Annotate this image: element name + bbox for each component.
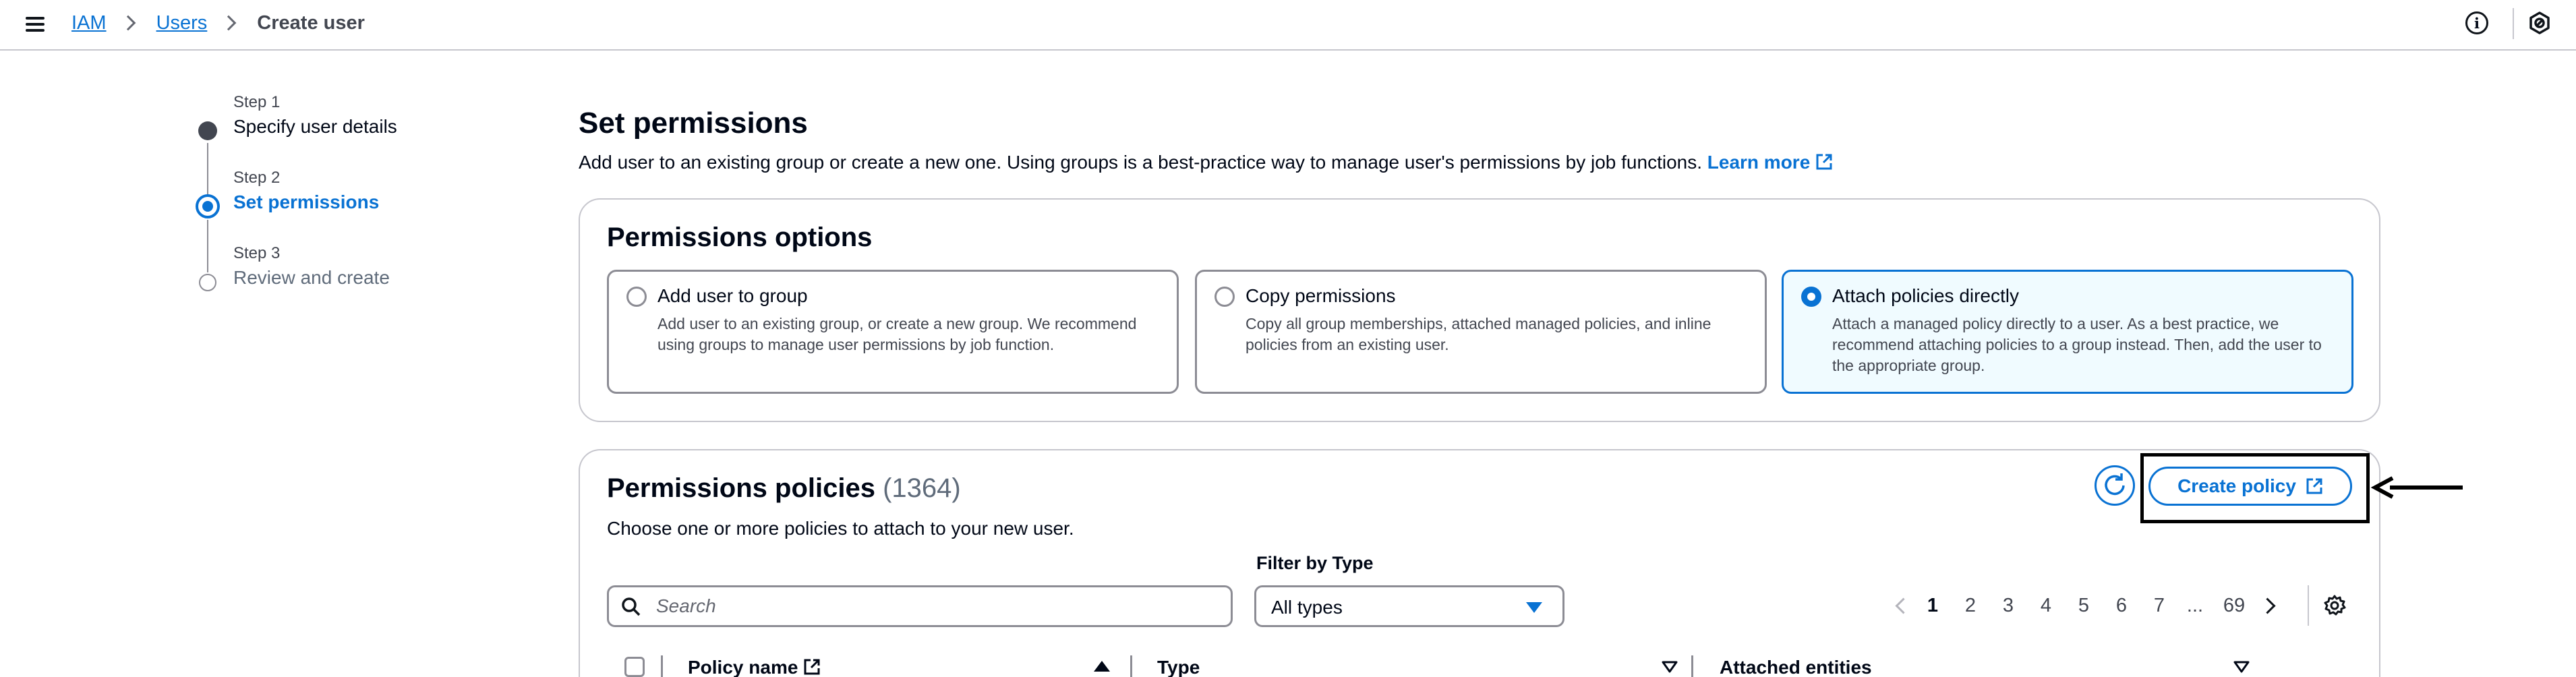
step-connector (207, 220, 208, 272)
sort-caret-down-icon[interactable] (1662, 661, 1678, 673)
sort-caret-down-icon[interactable] (2233, 661, 2250, 673)
policies-heading-text: Permissions policies (607, 473, 875, 503)
refresh-button[interactable] (2095, 465, 2135, 506)
table-header: Policy name Type Attached entities (607, 646, 2360, 677)
option-copy-permissions[interactable]: Copy permissions Copy all group membersh… (1195, 270, 1767, 394)
search-input-container (607, 585, 1233, 627)
column-divider (1130, 655, 1132, 677)
column-divider (661, 655, 663, 677)
type-filter-value: All types (1271, 597, 1343, 618)
pagination: 1 2 3 4 5 6 7 ... 69 (1887, 592, 2283, 619)
hamburger-menu-icon[interactable] (24, 13, 46, 35)
option-description: Add user to an existing group, or create… (657, 315, 1137, 353)
step-number: Step 1 (233, 93, 281, 111)
caret-down-icon (1526, 602, 1542, 613)
option-title: Add user to group (657, 285, 808, 306)
info-glyph: i (2474, 14, 2480, 32)
option-title: Copy permissions (1246, 285, 1396, 306)
step-connector (207, 143, 208, 197)
learn-more-label: Learn more (1707, 152, 1811, 173)
filter-by-type-label: Filter by Type (1256, 553, 1374, 573)
page-2[interactable]: 2 (1952, 595, 1989, 617)
type-filter-select[interactable]: All types (1254, 585, 1564, 627)
policies-count: (1364) (883, 473, 961, 503)
permissions-policies-container: Permissions policies (1364) Choose one o… (579, 449, 2380, 677)
annotation-highlight-box (2140, 453, 2370, 523)
page-7[interactable]: 7 (2140, 595, 2178, 617)
radio-attach-policies-directly[interactable] (1801, 287, 1821, 307)
search-icon (622, 597, 641, 616)
chevron-right-icon (221, 15, 237, 31)
select-all-checkbox[interactable] (624, 657, 645, 677)
breadcrumb-users-link[interactable]: Users (156, 12, 208, 34)
page-6[interactable]: 6 (2103, 595, 2140, 617)
step-title: Review and create (233, 267, 390, 288)
top-navigation-bar: IAM Users Create user i (0, 0, 2576, 51)
step-pending-dot-icon (199, 274, 216, 291)
column-header-type[interactable]: Type (1157, 657, 1200, 677)
breadcrumb: IAM Users Create user (71, 9, 365, 36)
pagination-divider (2308, 585, 2309, 626)
page-description: Add user to an existing group or create … (579, 152, 1833, 173)
settings-icon[interactable] (2527, 11, 2552, 35)
option-description: Copy all group memberships, attached man… (1246, 315, 1711, 353)
breadcrumb-current: Create user (257, 11, 365, 34)
page-last[interactable]: 69 (2212, 595, 2256, 617)
learn-more-link[interactable]: Learn more (1707, 152, 1834, 173)
permissions-options-container: Permissions options Add user to group Ad… (579, 198, 2380, 422)
step-number: Step 3 (233, 244, 281, 262)
column-header-policy-name[interactable]: Policy name (688, 657, 821, 677)
radio-add-user-to-group[interactable] (626, 287, 647, 307)
external-link-icon (804, 659, 820, 675)
step-number: Step 2 (233, 169, 281, 187)
page-1[interactable]: 1 (1914, 595, 1952, 617)
option-title: Attach policies directly (1832, 285, 2020, 306)
pagination-ellipsis: ... (2186, 594, 2204, 616)
column-header-attached-entities[interactable]: Attached entities (1720, 657, 1872, 677)
radio-copy-permissions[interactable] (1214, 287, 1235, 307)
page-title: Set permissions (579, 107, 808, 140)
toolbar-divider (2513, 8, 2514, 39)
column-divider (1691, 655, 1693, 677)
option-add-user-to-group[interactable]: Add user to group Add user to an existin… (607, 270, 1179, 394)
step-title: Specify user details (233, 116, 397, 137)
page-3[interactable]: 3 (1989, 595, 2027, 617)
page-description-text: Add user to an existing group or create … (579, 152, 1702, 173)
breadcrumb-iam-link[interactable]: IAM (71, 12, 107, 34)
step-active-dot-icon (196, 194, 220, 218)
option-description: Attach a managed policy directly to a us… (1832, 315, 2322, 374)
step-complete-dot-icon (198, 121, 217, 140)
option-attach-policies-directly[interactable]: Attach policies directly Attach a manage… (1782, 270, 2353, 394)
permissions-policies-heading: Permissions policies (1364) (607, 473, 961, 504)
info-icon[interactable]: i (2465, 11, 2488, 34)
pagination-previous-icon[interactable] (1887, 592, 1914, 619)
sort-ascending-icon[interactable] (1094, 661, 1110, 672)
permissions-options-heading: Permissions options (607, 223, 873, 252)
refresh-icon (2105, 473, 2125, 496)
chevron-right-icon (120, 15, 136, 31)
annotation-arrow-icon (2370, 476, 2463, 499)
page-5[interactable]: 5 (2065, 595, 2103, 617)
search-input[interactable] (656, 587, 1223, 625)
step-title: Set permissions (233, 192, 380, 212)
gear-icon[interactable] (2322, 593, 2347, 618)
external-link-icon (1816, 154, 1832, 170)
column-label: Policy name (688, 657, 798, 677)
pagination-next-icon[interactable] (2256, 592, 2283, 619)
policies-description: Choose one or more policies to attach to… (607, 518, 1074, 539)
page-4[interactable]: 4 (2027, 595, 2065, 617)
